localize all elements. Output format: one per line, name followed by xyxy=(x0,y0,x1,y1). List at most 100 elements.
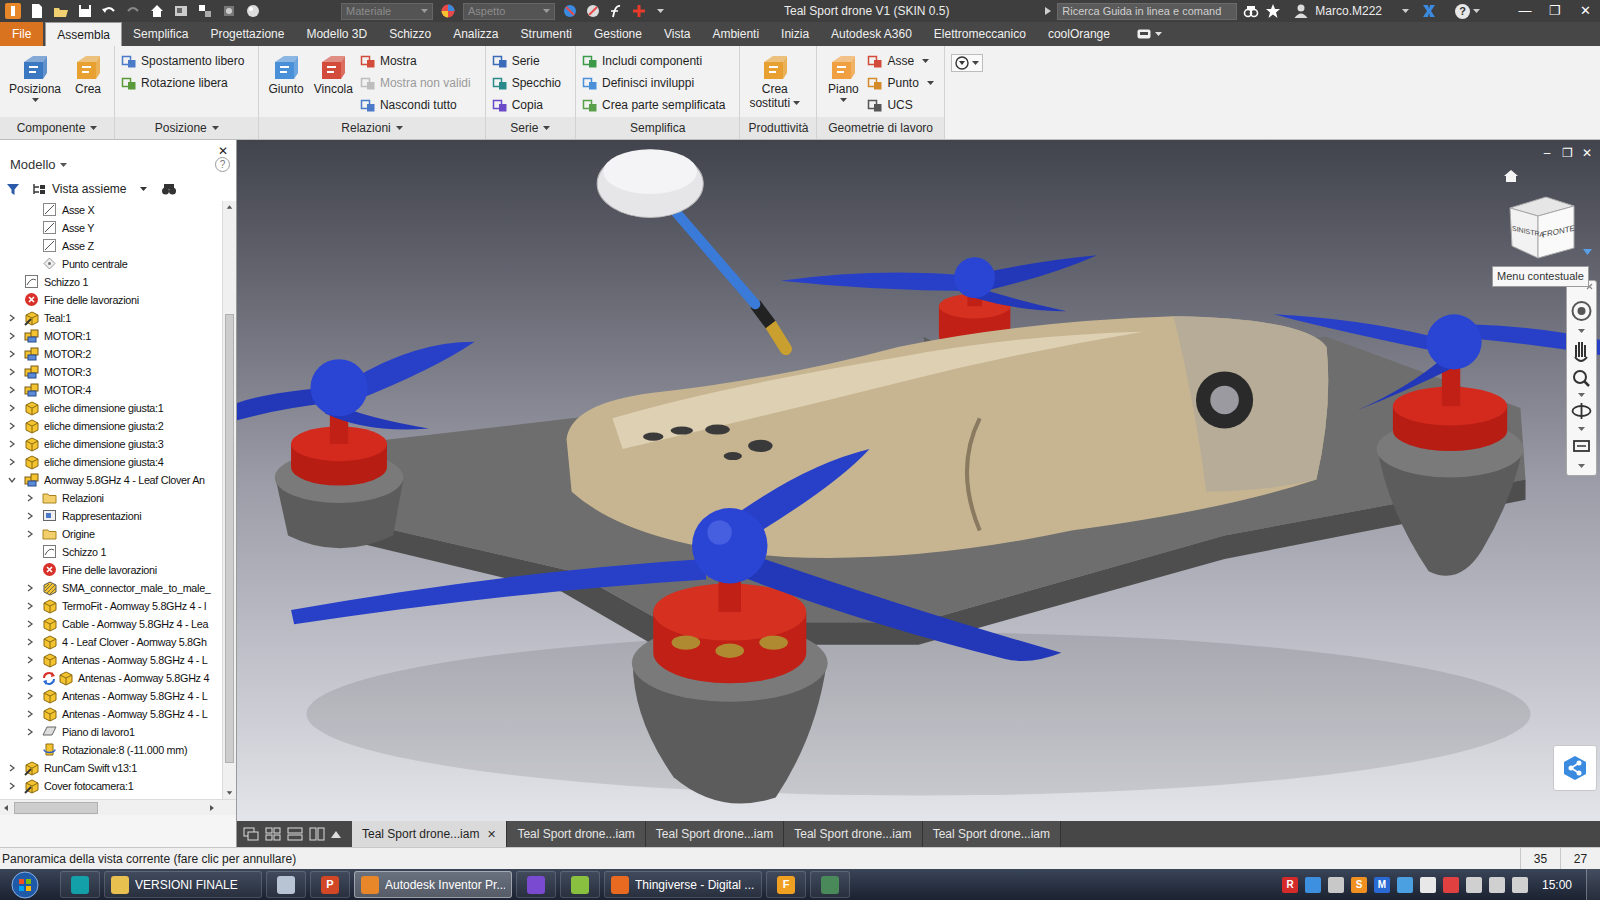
tree-item-label[interactable]: Schizzo 1 xyxy=(62,544,106,560)
assembly-view-icon[interactable] xyxy=(32,182,46,196)
ribbon-extra-button[interactable] xyxy=(945,46,983,139)
ribbon-tab[interactable]: Gestione xyxy=(583,22,653,46)
tree-item[interactable]: eliche dimensione giusta:3 xyxy=(0,435,222,453)
tree-item-label[interactable]: eliche dimensione giusta:1 xyxy=(44,400,163,416)
help-glyph[interactable]: ? xyxy=(1455,4,1470,19)
tray-icon[interactable] xyxy=(1305,877,1321,893)
add-icon[interactable] xyxy=(631,3,647,19)
ribbon-tab[interactable]: Autodesk A360 xyxy=(820,22,923,46)
tree-item-label[interactable]: Origine xyxy=(62,526,95,542)
panel-title[interactable]: Posizione xyxy=(155,119,207,137)
ribbon-panel-label[interactable]: Componente xyxy=(0,117,114,139)
tree-expander-slot[interactable] xyxy=(4,400,20,416)
tray-icon[interactable]: S xyxy=(1351,877,1367,893)
tree-item-label[interactable]: Cover fotocamera:1 xyxy=(44,778,133,794)
document-tab[interactable]: Teal Sport drone...iam xyxy=(646,821,784,847)
command-small-icon[interactable] xyxy=(121,75,137,91)
button-label[interactable]: Piano xyxy=(828,82,859,96)
tree-item[interactable]: Cable - Aomway 5.8GHz 4 - Lea xyxy=(0,615,222,633)
document-tab-label[interactable]: Teal Sport drone...iam xyxy=(656,825,773,843)
taskbar-button-label[interactable]: Thingiverse - Digital ... xyxy=(635,876,754,894)
tree-item-label[interactable]: Teal:1 xyxy=(44,310,71,326)
command-small-icon[interactable] xyxy=(867,75,883,91)
tree-item[interactable]: Antenas - Aomway 5.8GHz 4 - L xyxy=(0,651,222,669)
caret-icon[interactable] xyxy=(840,98,847,102)
tree-item[interactable]: eliche dimensione giusta:1 xyxy=(0,399,222,417)
caret-icon[interactable] xyxy=(32,98,39,102)
tree-expander-slot[interactable] xyxy=(4,382,20,398)
user-name[interactable]: Marco.M222 xyxy=(1315,2,1382,20)
caret-icon[interactable] xyxy=(927,81,934,85)
tree-item[interactable]: Fine delle lavorazioni xyxy=(0,291,222,309)
tree-item[interactable]: Origine xyxy=(0,525,222,543)
button-label[interactable]: Mostra xyxy=(380,52,417,70)
customize-icon[interactable] xyxy=(955,56,969,70)
inventor-logo-icon[interactable] xyxy=(4,2,22,20)
tree-expander-slot[interactable] xyxy=(22,652,38,668)
tree-item[interactable]: Antenas - Aomway 5.8GHz 4 - L xyxy=(0,705,222,723)
ribbon-small-button[interactable]: Definisci inviluppi xyxy=(582,72,733,94)
command-large-icon[interactable] xyxy=(19,50,51,82)
ribbon-tab[interactable]: Analizza xyxy=(442,22,509,46)
tree-expander-slot[interactable] xyxy=(22,670,38,686)
ribbon-large-button[interactable]: Posiziona xyxy=(6,50,64,102)
expander-chevron-icon[interactable] xyxy=(26,710,34,718)
expander-chevron-icon[interactable] xyxy=(8,386,16,394)
quick-access-icon[interactable] xyxy=(101,3,117,19)
ribbon-display-options[interactable] xyxy=(1137,22,1162,46)
tree-item[interactable]: Punto centrale xyxy=(0,255,222,273)
share-button[interactable] xyxy=(1553,745,1597,791)
ribbon-small-button[interactable]: Mostra xyxy=(360,50,479,72)
tree-item-label[interactable]: MOTOR:4 xyxy=(44,382,91,398)
search-binoculars-icon[interactable] xyxy=(1243,3,1259,19)
tree-item[interactable]: MOTOR:3 xyxy=(0,363,222,381)
ribbon-panel-label[interactable]: Posizione xyxy=(115,117,258,139)
scroll-thumb[interactable] xyxy=(225,314,234,763)
user-icon[interactable] xyxy=(1293,3,1309,19)
expander-chevron-icon[interactable] xyxy=(26,638,34,646)
tray-icon[interactable]: M xyxy=(1374,877,1390,893)
tree-item-label[interactable]: Punto centrale xyxy=(62,256,127,272)
drone-model-render[interactable] xyxy=(237,140,1600,821)
tree-item-label[interactable]: TermoFit - Aomway 5.8GHz 4 - l xyxy=(62,598,206,614)
graphics-viewport[interactable]: –❐✕SINISTRAFRONTEMenu contestuale xyxy=(237,140,1600,821)
vertical-scrollbar[interactable] xyxy=(222,201,236,799)
view-selector[interactable]: Vista assieme xyxy=(52,180,147,198)
start-button[interactable] xyxy=(0,871,50,899)
clear-override-icon[interactable] xyxy=(585,3,601,19)
expander-chevron-icon[interactable] xyxy=(8,782,16,790)
button-label[interactable]: Specchio xyxy=(512,74,561,92)
taskbar-pinned-icon[interactable] xyxy=(60,871,100,898)
ribbon-small-button[interactable]: Rotazione libera xyxy=(121,72,252,94)
ribbon-tab[interactable]: Elettromeccanico xyxy=(923,22,1037,46)
tile-windows-icon[interactable] xyxy=(265,827,281,841)
tree-expander-slot[interactable] xyxy=(22,634,38,650)
tree-item-label[interactable]: Antenas - Aomway 5.8GHz 4 - L xyxy=(62,688,208,704)
caret-icon[interactable] xyxy=(793,101,800,105)
document-tab-label[interactable]: Teal Sport drone...iam xyxy=(794,825,911,843)
tree-item[interactable]: MOTOR:4 xyxy=(0,381,222,399)
panel-title[interactable]: Semplifica xyxy=(630,119,685,137)
command-small-icon[interactable] xyxy=(492,53,508,69)
tree-item-label[interactable]: eliche dimensione giusta:3 xyxy=(44,436,163,452)
view-cube-menu-icon[interactable] xyxy=(1583,249,1592,255)
tree-item-label[interactable]: Aomway 5.8GHz 4 - Leaf Clover An xyxy=(44,472,205,488)
command-small-icon[interactable] xyxy=(867,53,883,69)
ribbon-tab[interactable]: coolOrange xyxy=(1037,22,1121,46)
tree-item[interactable]: Rotazionale:8 (-11.000 mm) xyxy=(0,741,222,759)
tree-item-label[interactable]: Antenas - Aomway 5.8GHz 4 xyxy=(78,670,209,686)
panel-title[interactable]: Produttività xyxy=(748,119,808,137)
customize-button[interactable] xyxy=(951,54,983,72)
document-tab-label[interactable]: Teal Sport drone...iam xyxy=(517,825,634,843)
tree-item-label[interactable]: MOTOR:1 xyxy=(44,328,91,344)
caret-icon[interactable] xyxy=(543,9,550,13)
ribbon-large-button[interactable]: Creasostituti xyxy=(746,50,803,110)
filter-icon[interactable] xyxy=(6,182,20,196)
caret-icon[interactable] xyxy=(922,59,929,63)
caret-icon[interactable] xyxy=(212,126,219,130)
windows-start-icon[interactable] xyxy=(11,871,39,899)
tree-item-label[interactable]: MOTOR:3 xyxy=(44,364,91,380)
ribbon-small-button[interactable]: Includi componenti xyxy=(582,50,733,72)
tray-icon[interactable] xyxy=(1397,877,1413,893)
tree-item-label[interactable]: Antenas - Aomway 5.8GHz 4 - L xyxy=(62,652,208,668)
